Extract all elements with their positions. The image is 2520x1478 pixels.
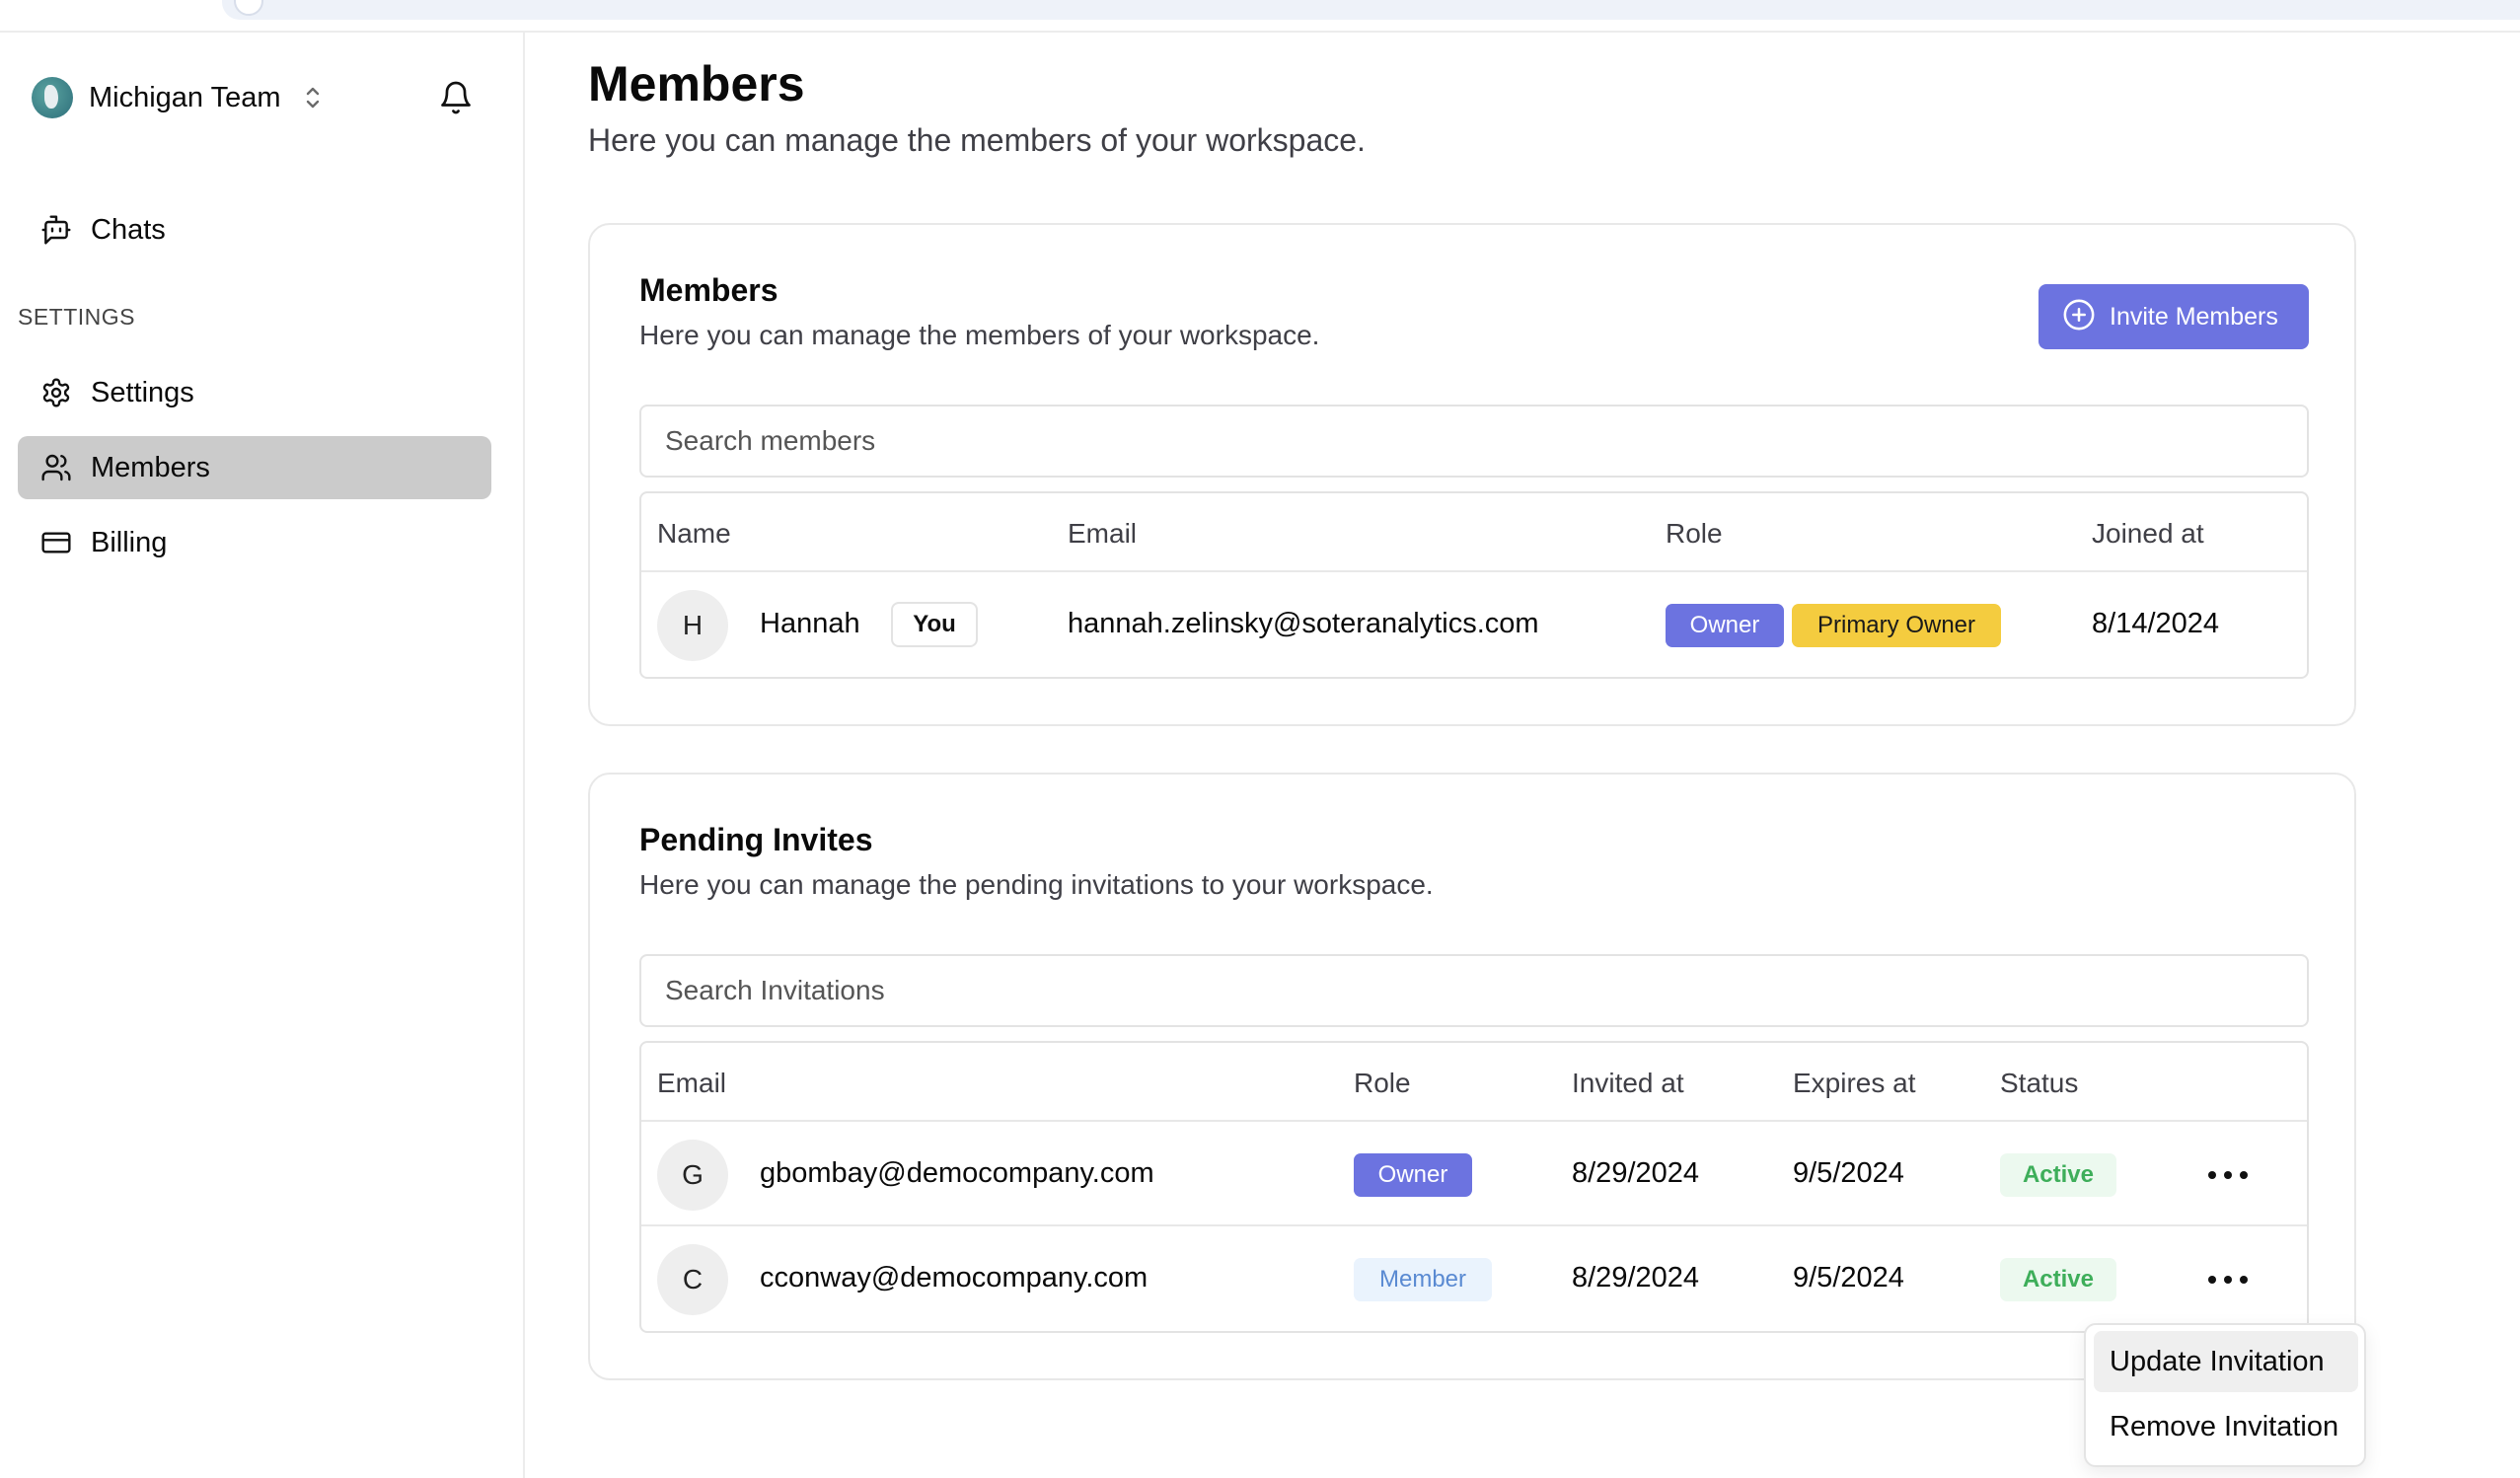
column-header-role[interactable]: Role (1666, 518, 1723, 550)
gear-icon (39, 376, 73, 409)
address-bar[interactable] (222, 0, 2520, 20)
users-icon (39, 451, 73, 484)
avatar: C (657, 1244, 728, 1315)
invite-email: cconway@democompany.com (760, 1262, 1149, 1293)
table-row[interactable]: G gbombay@democompany.com Owner 8/29/202… (641, 1124, 2307, 1226)
sidebar: Michigan Team Chats SETTINGS Settings Me… (0, 33, 525, 1478)
address-bar-icon (234, 0, 263, 16)
search-invitations-input[interactable] (639, 954, 2309, 1027)
status-badge: Active (2000, 1153, 2116, 1197)
invite-expires-at: 9/5/2024 (1793, 1157, 1904, 1189)
invite-invited-at: 8/29/2024 (1572, 1157, 1700, 1189)
plus-circle-icon (2062, 298, 2096, 336)
avatar: H (657, 590, 728, 661)
page-title: Members (588, 56, 805, 111)
column-header-email[interactable]: Email (657, 1068, 726, 1099)
member-joined-at: 8/14/2024 (2092, 608, 2220, 639)
you-badge: You (891, 602, 978, 647)
role-badge-owner: Owner (1666, 604, 1784, 647)
more-actions-icon[interactable] (2208, 1262, 2248, 1297)
members-table-header: Name Email Role Joined at (641, 493, 2307, 572)
members-table: Name Email Role Joined at H Hannah You h… (639, 491, 2309, 679)
invite-invited-at: 8/29/2024 (1572, 1262, 1700, 1293)
menu-item-remove-invitation[interactable]: Remove Invitation (2094, 1396, 2358, 1457)
bot-icon (39, 213, 73, 247)
browser-top-strip (0, 0, 2520, 33)
menu-item-update-invitation[interactable]: Update Invitation (2094, 1331, 2358, 1392)
invitation-actions-menu: Update Invitation Remove Invitation (2084, 1323, 2366, 1467)
member-name: Hannah (760, 608, 860, 639)
chevron-up-down-icon (303, 84, 323, 111)
page-subtitle: Here you can manage the members of your … (588, 122, 1366, 158)
members-card-title: Members (639, 272, 778, 308)
sidebar-item-settings[interactable]: Settings (18, 361, 491, 424)
sidebar-item-chats[interactable]: Chats (18, 198, 491, 261)
pending-invites-card: Pending Invites Here you can manage the … (588, 773, 2356, 1380)
sidebar-section-label: SETTINGS (18, 304, 136, 330)
member-email: hannah.zelinsky@soteranalytics.com (1068, 608, 1539, 639)
workspace-name: Michigan Team (89, 81, 281, 113)
avatar: G (657, 1140, 728, 1211)
column-header-status[interactable]: Status (2000, 1068, 2078, 1099)
sidebar-item-label: Settings (91, 376, 194, 408)
sidebar-item-members[interactable]: Members (18, 436, 491, 499)
sidebar-item-label: Chats (91, 213, 166, 246)
members-card-subtitle: Here you can manage the members of your … (639, 320, 1320, 350)
more-actions-icon[interactable] (2208, 1157, 2248, 1193)
workspace-logo (32, 77, 73, 118)
invite-email: gbombay@democompany.com (760, 1157, 1154, 1189)
invite-members-button[interactable]: Invite Members (2038, 284, 2309, 349)
search-members-input[interactable] (639, 405, 2309, 478)
invitations-table: Email Role Invited at Expires at Status … (639, 1041, 2309, 1333)
invite-expires-at: 9/5/2024 (1793, 1262, 1904, 1293)
column-header-role[interactable]: Role (1354, 1068, 1411, 1099)
column-header-name[interactable]: Name (657, 518, 731, 550)
invitations-table-header: Email Role Invited at Expires at Status (641, 1043, 2307, 1122)
bell-icon[interactable] (438, 80, 474, 115)
table-row[interactable]: H Hannah You hannah.zelinsky@soteranalyt… (641, 574, 2307, 677)
members-card: Members Here you can manage the members … (588, 223, 2356, 726)
invite-members-label: Invite Members (2110, 302, 2278, 331)
column-header-invited-at[interactable]: Invited at (1572, 1068, 1684, 1099)
role-badge-member: Member (1354, 1258, 1492, 1301)
sidebar-item-label: Billing (91, 526, 168, 558)
column-header-joined-at[interactable]: Joined at (2092, 518, 2204, 550)
table-row[interactable]: C cconway@democompany.com Member 8/29/20… (641, 1228, 2307, 1331)
status-badge: Active (2000, 1258, 2116, 1301)
pending-invites-subtitle: Here you can manage the pending invitati… (639, 869, 1434, 900)
sidebar-item-label: Members (91, 451, 210, 483)
role-badge-owner: Owner (1354, 1153, 1472, 1197)
column-header-email[interactable]: Email (1068, 518, 1137, 550)
column-header-expires-at[interactable]: Expires at (1793, 1068, 1916, 1099)
role-badge-primary-owner: Primary Owner (1792, 604, 2001, 647)
sidebar-item-billing[interactable]: Billing (18, 511, 491, 574)
pending-invites-title: Pending Invites (639, 822, 873, 857)
credit-card-icon (39, 526, 73, 559)
workspace-switcher[interactable]: Michigan Team (32, 77, 323, 118)
